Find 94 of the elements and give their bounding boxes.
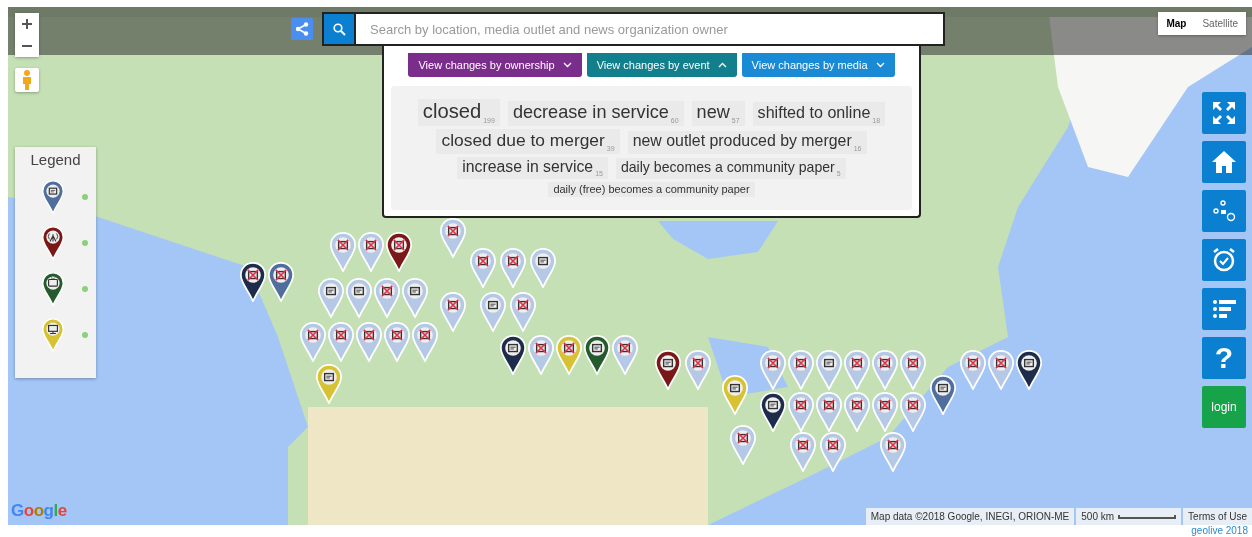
map-marker-icon[interactable] xyxy=(584,335,610,375)
map-marker-icon[interactable] xyxy=(788,392,814,432)
map-marker-icon[interactable] xyxy=(384,322,410,362)
map-marker-icon[interactable] xyxy=(655,350,681,390)
map-type-tab[interactable]: Satellite xyxy=(1194,12,1246,35)
map-marker-icon[interactable] xyxy=(530,248,556,288)
chevron-icon xyxy=(717,62,727,68)
map-marker-icon[interactable] xyxy=(612,335,638,375)
map-marker-icon[interactable] xyxy=(960,350,986,390)
map-marker-icon[interactable] xyxy=(900,350,926,390)
clock-button[interactable] xyxy=(1202,239,1246,281)
tag-button[interactable]: new outlet produced by merger$_{16}$ xyxy=(627,131,867,154)
map-marker-icon[interactable] xyxy=(760,392,786,432)
route-button[interactable] xyxy=(1202,190,1246,232)
google-logo: Google xyxy=(11,501,67,521)
map-marker-icon[interactable] xyxy=(330,232,356,272)
map-marker-icon[interactable] xyxy=(788,350,814,390)
tag-button[interactable]: new$_{57}$ xyxy=(691,101,745,126)
map-marker-icon[interactable] xyxy=(1016,350,1042,390)
map-marker-icon[interactable] xyxy=(356,322,382,362)
map-type-tab[interactable]: Map xyxy=(1158,12,1195,35)
map-marker-icon[interactable] xyxy=(300,322,326,362)
map-marker-icon[interactable] xyxy=(844,392,870,432)
tag-button[interactable]: closed due to merger$_{39}$ xyxy=(436,129,620,154)
map-marker-icon[interactable] xyxy=(316,364,342,404)
map-marker-icon[interactable] xyxy=(790,432,816,472)
map-marker-icon[interactable] xyxy=(268,262,294,302)
map-marker-icon[interactable] xyxy=(880,432,906,472)
status-dot-icon xyxy=(81,286,88,292)
map-marker-icon[interactable] xyxy=(528,335,554,375)
chevron-icon xyxy=(562,62,572,68)
scale-bar: 500 km xyxy=(1076,508,1182,525)
map-marker-icon[interactable] xyxy=(374,278,400,318)
status-dot-icon xyxy=(81,240,88,246)
search-button[interactable] xyxy=(322,12,356,46)
map-marker-icon[interactable] xyxy=(328,322,354,362)
map-marker-icon[interactable] xyxy=(440,218,466,258)
clock-icon xyxy=(1211,247,1237,273)
share-icon xyxy=(295,22,309,36)
status-dot-icon xyxy=(81,332,88,338)
tag-button[interactable]: daily (free) becomes a community paper xyxy=(548,182,755,197)
footer-link[interactable]: geolive 2018 xyxy=(1191,525,1248,537)
map-marker-icon[interactable] xyxy=(386,232,412,272)
view-menu-button[interactable]: View changes by media xyxy=(741,53,895,77)
map-marker-icon[interactable] xyxy=(988,350,1014,390)
view-menu-button[interactable]: View changes by ownership xyxy=(408,53,582,77)
home-button[interactable] xyxy=(1202,141,1246,183)
map-marker-icon[interactable] xyxy=(470,248,496,288)
tag-button[interactable]: increase in service$_{15}$ xyxy=(457,156,608,180)
map-marker-icon[interactable] xyxy=(816,392,842,432)
view-menu-button[interactable]: View changes by event xyxy=(586,53,737,77)
map-marker-icon[interactable] xyxy=(358,232,384,272)
route-icon xyxy=(1211,198,1237,224)
search-field[interactable]: Search by location, media outlet and news organization owner xyxy=(356,12,945,46)
tag-button[interactable]: decrease in service$_{60}$ xyxy=(507,101,684,126)
map-marker-icon[interactable] xyxy=(500,248,526,288)
zoom-in-button[interactable] xyxy=(15,13,39,35)
map-marker-icon[interactable] xyxy=(510,292,536,332)
map-marker-icon[interactable] xyxy=(500,335,526,375)
status-dot-icon xyxy=(81,194,88,200)
list-button[interactable] xyxy=(1202,288,1246,330)
map-marker-icon[interactable] xyxy=(930,375,956,415)
map-marker-icon[interactable] xyxy=(872,392,898,432)
map-marker-icon[interactable] xyxy=(318,278,344,318)
share-button[interactable] xyxy=(291,18,313,40)
tag-button[interactable]: shifted to online$_{18}$ xyxy=(752,102,886,126)
fullscreen-icon xyxy=(1211,100,1237,126)
zoom-out-button[interactable] xyxy=(15,35,39,57)
map-marker-icon[interactable] xyxy=(730,425,756,465)
map-marker-icon[interactable] xyxy=(440,292,466,332)
map-marker-icon[interactable] xyxy=(872,350,898,390)
fullscreen-button[interactable] xyxy=(1202,92,1246,134)
map-marker-icon[interactable] xyxy=(346,278,372,318)
chevron-icon xyxy=(875,62,885,68)
home-icon xyxy=(1211,149,1237,175)
map-marker-icon[interactable] xyxy=(480,292,506,332)
tag-button[interactable]: closed$_{199}$ xyxy=(417,99,500,127)
tag-button[interactable]: daily becomes a community paper$_{5}$ xyxy=(615,157,846,179)
plus-icon xyxy=(22,19,32,29)
map-marker-icon[interactable] xyxy=(844,350,870,390)
map-marker-icon[interactable] xyxy=(900,392,926,432)
map-marker-icon[interactable] xyxy=(722,375,748,415)
help-button[interactable]: ? xyxy=(1202,337,1246,379)
map-marker-icon[interactable] xyxy=(556,335,582,375)
search-icon xyxy=(332,22,346,36)
map-marker-icon[interactable] xyxy=(685,350,711,390)
map-marker-icon[interactable] xyxy=(240,262,266,302)
map-marker-icon[interactable] xyxy=(816,350,842,390)
map-data-text: Map data ©2018 Google, INEGI, ORION-ME xyxy=(865,508,1075,525)
map-marker-icon[interactable] xyxy=(760,350,786,390)
map-marker-icon[interactable] xyxy=(820,432,846,472)
map-marker-icon[interactable] xyxy=(412,322,438,362)
map-marker-icon[interactable] xyxy=(402,278,428,318)
legend-title: Legend xyxy=(30,151,81,168)
